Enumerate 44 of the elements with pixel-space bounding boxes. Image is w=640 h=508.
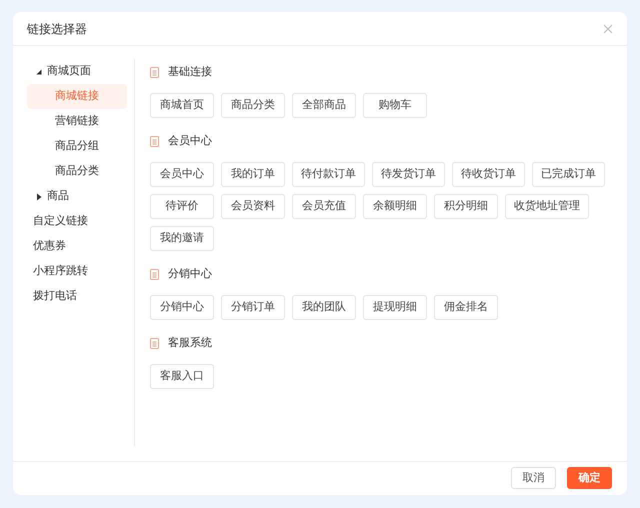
document-icon: [150, 136, 159, 146]
triangle-down-icon[interactable]: [35, 68, 43, 76]
link-button[interactable]: 我的团队: [292, 295, 356, 320]
link-button[interactable]: 分销订单: [221, 295, 285, 320]
sidebar-item[interactable]: 自定义链接: [27, 209, 127, 234]
sidebar-item[interactable]: 拨打电话: [27, 284, 127, 309]
link-button[interactable]: 佣金排名: [434, 295, 498, 320]
link-button[interactable]: 提现明细: [363, 295, 427, 320]
link-button[interactable]: 我的订单: [221, 162, 285, 187]
link-button[interactable]: 待评价: [150, 194, 214, 219]
sidebar-item[interactable]: 商品: [27, 184, 127, 209]
link-button[interactable]: 商城首页: [150, 93, 214, 118]
link-button[interactable]: 待收货订单: [452, 162, 525, 187]
sidebar-item[interactable]: 小程序跳转: [27, 259, 127, 284]
sidebar-item[interactable]: 优惠券: [27, 234, 127, 259]
link-button[interactable]: 已完成订单: [532, 162, 605, 187]
link-button[interactable]: 会员资料: [221, 194, 285, 219]
link-button[interactable]: 积分明细: [434, 194, 498, 219]
link-button[interactable]: 会员中心: [150, 162, 214, 187]
link-button[interactable]: 待发货订单: [372, 162, 445, 187]
cancel-button[interactable]: 取消: [511, 467, 556, 489]
dialog-title: 链接选择器: [27, 20, 87, 38]
link-button[interactable]: 分销中心: [150, 295, 214, 320]
sidebar-item[interactable]: 商城页面: [27, 59, 127, 84]
link-button[interactable]: 全部商品: [292, 93, 356, 118]
link-button[interactable]: 购物车: [363, 93, 427, 118]
link-button[interactable]: 收货地址管理: [505, 194, 589, 219]
sidebar-item[interactable]: 商品分组: [27, 134, 127, 159]
section-title: 会员中心: [168, 134, 212, 149]
link-button[interactable]: 余额明细: [363, 194, 427, 219]
sidebar-item[interactable]: 营销链接: [27, 109, 127, 134]
document-icon: [150, 268, 159, 280]
section-title: 分销中心: [168, 266, 212, 282]
document-icon: [150, 66, 159, 78]
document-icon: [150, 338, 159, 348]
sidebar-item[interactable]: 商品分类: [27, 159, 127, 184]
link-button[interactable]: 客服入口: [150, 364, 214, 389]
link-button[interactable]: 我的邀请: [150, 226, 214, 251]
section-title: 基础连接: [168, 64, 212, 80]
triangle-right-icon[interactable]: [35, 192, 43, 200]
section-title: 客服系统: [168, 336, 212, 351]
link-button[interactable]: 商品分类: [221, 93, 285, 118]
link-button[interactable]: 待付款订单: [292, 162, 365, 187]
link-button[interactable]: 会员充值: [292, 194, 356, 219]
